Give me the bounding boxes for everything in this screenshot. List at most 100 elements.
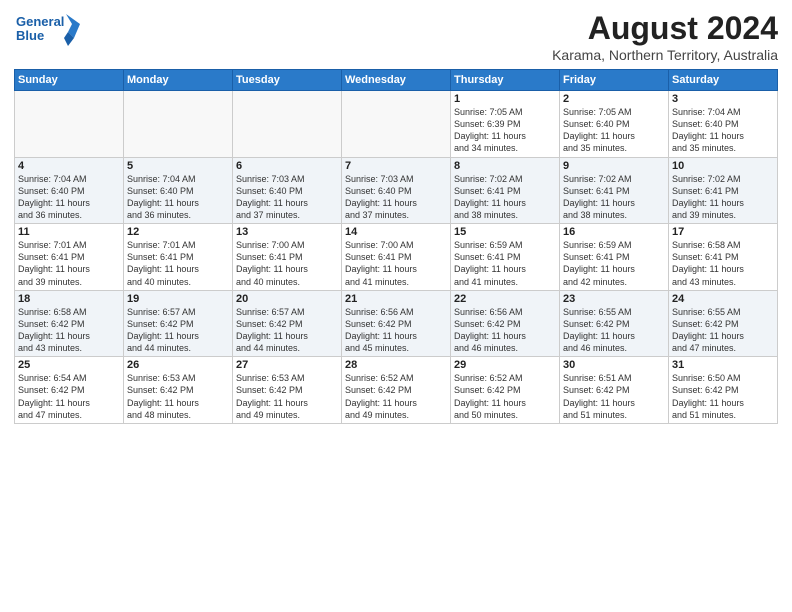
calendar-cell: 4Sunrise: 7:04 AM Sunset: 6:40 PM Daylig… xyxy=(15,157,124,224)
day-number: 17 xyxy=(672,226,774,238)
calendar-cell: 18Sunrise: 6:58 AM Sunset: 6:42 PM Dayli… xyxy=(15,290,124,357)
svg-text:Blue: Blue xyxy=(16,28,44,43)
calendar-cell: 13Sunrise: 7:00 AM Sunset: 6:41 PM Dayli… xyxy=(233,224,342,291)
day-info: Sunrise: 6:56 AM Sunset: 6:42 PM Dayligh… xyxy=(454,306,556,355)
day-number: 9 xyxy=(563,160,665,172)
day-info: Sunrise: 7:01 AM Sunset: 6:41 PM Dayligh… xyxy=(127,239,229,288)
day-info: Sunrise: 7:00 AM Sunset: 6:41 PM Dayligh… xyxy=(345,239,447,288)
day-number: 7 xyxy=(345,160,447,172)
calendar-cell: 29Sunrise: 6:52 AM Sunset: 6:42 PM Dayli… xyxy=(451,357,560,424)
day-number: 14 xyxy=(345,226,447,238)
day-info: Sunrise: 7:02 AM Sunset: 6:41 PM Dayligh… xyxy=(454,173,556,222)
title-block: August 2024 Karama, Northern Territory, … xyxy=(552,10,778,63)
calendar-cell: 15Sunrise: 6:59 AM Sunset: 6:41 PM Dayli… xyxy=(451,224,560,291)
day-number: 10 xyxy=(672,160,774,172)
svg-text:General: General xyxy=(16,14,64,29)
day-info: Sunrise: 6:50 AM Sunset: 6:42 PM Dayligh… xyxy=(672,372,774,421)
day-number: 22 xyxy=(454,293,556,305)
header-thursday: Thursday xyxy=(451,70,560,91)
day-number: 20 xyxy=(236,293,338,305)
day-number: 18 xyxy=(18,293,120,305)
day-info: Sunrise: 6:55 AM Sunset: 6:42 PM Dayligh… xyxy=(672,306,774,355)
calendar-cell: 9Sunrise: 7:02 AM Sunset: 6:41 PM Daylig… xyxy=(560,157,669,224)
calendar-cell: 14Sunrise: 7:00 AM Sunset: 6:41 PM Dayli… xyxy=(342,224,451,291)
day-info: Sunrise: 7:00 AM Sunset: 6:41 PM Dayligh… xyxy=(236,239,338,288)
calendar-cell: 20Sunrise: 6:57 AM Sunset: 6:42 PM Dayli… xyxy=(233,290,342,357)
header-monday: Monday xyxy=(124,70,233,91)
header-wednesday: Wednesday xyxy=(342,70,451,91)
day-number: 26 xyxy=(127,359,229,371)
day-number: 31 xyxy=(672,359,774,371)
day-number: 11 xyxy=(18,226,120,238)
day-info: Sunrise: 6:52 AM Sunset: 6:42 PM Dayligh… xyxy=(345,372,447,421)
day-info: Sunrise: 7:01 AM Sunset: 6:41 PM Dayligh… xyxy=(18,239,120,288)
calendar-cell xyxy=(15,91,124,158)
day-info: Sunrise: 6:57 AM Sunset: 6:42 PM Dayligh… xyxy=(127,306,229,355)
calendar-cell: 31Sunrise: 6:50 AM Sunset: 6:42 PM Dayli… xyxy=(669,357,778,424)
calendar-cell: 11Sunrise: 7:01 AM Sunset: 6:41 PM Dayli… xyxy=(15,224,124,291)
logo: General Blue xyxy=(14,10,84,54)
day-number: 25 xyxy=(18,359,120,371)
day-info: Sunrise: 6:55 AM Sunset: 6:42 PM Dayligh… xyxy=(563,306,665,355)
day-info: Sunrise: 6:59 AM Sunset: 6:41 PM Dayligh… xyxy=(563,239,665,288)
calendar-cell: 21Sunrise: 6:56 AM Sunset: 6:42 PM Dayli… xyxy=(342,290,451,357)
day-number: 23 xyxy=(563,293,665,305)
day-number: 13 xyxy=(236,226,338,238)
day-number: 30 xyxy=(563,359,665,371)
day-number: 15 xyxy=(454,226,556,238)
day-info: Sunrise: 7:05 AM Sunset: 6:39 PM Dayligh… xyxy=(454,106,556,155)
calendar-cell: 7Sunrise: 7:03 AM Sunset: 6:40 PM Daylig… xyxy=(342,157,451,224)
day-number: 4 xyxy=(18,160,120,172)
day-number: 2 xyxy=(563,93,665,105)
day-number: 3 xyxy=(672,93,774,105)
calendar-cell: 2Sunrise: 7:05 AM Sunset: 6:40 PM Daylig… xyxy=(560,91,669,158)
calendar-cell: 12Sunrise: 7:01 AM Sunset: 6:41 PM Dayli… xyxy=(124,224,233,291)
day-info: Sunrise: 7:02 AM Sunset: 6:41 PM Dayligh… xyxy=(563,173,665,222)
calendar-cell: 5Sunrise: 7:04 AM Sunset: 6:40 PM Daylig… xyxy=(124,157,233,224)
day-info: Sunrise: 6:57 AM Sunset: 6:42 PM Dayligh… xyxy=(236,306,338,355)
day-info: Sunrise: 7:04 AM Sunset: 6:40 PM Dayligh… xyxy=(672,106,774,155)
header-friday: Friday xyxy=(560,70,669,91)
day-number: 12 xyxy=(127,226,229,238)
calendar-cell: 25Sunrise: 6:54 AM Sunset: 6:42 PM Dayli… xyxy=(15,357,124,424)
calendar-cell xyxy=(233,91,342,158)
calendar-cell: 28Sunrise: 6:52 AM Sunset: 6:42 PM Dayli… xyxy=(342,357,451,424)
day-info: Sunrise: 6:56 AM Sunset: 6:42 PM Dayligh… xyxy=(345,306,447,355)
day-info: Sunrise: 6:51 AM Sunset: 6:42 PM Dayligh… xyxy=(563,372,665,421)
calendar-cell xyxy=(124,91,233,158)
header-tuesday: Tuesday xyxy=(233,70,342,91)
header-saturday: Saturday xyxy=(669,70,778,91)
day-info: Sunrise: 6:54 AM Sunset: 6:42 PM Dayligh… xyxy=(18,372,120,421)
day-info: Sunrise: 6:59 AM Sunset: 6:41 PM Dayligh… xyxy=(454,239,556,288)
location: Karama, Northern Territory, Australia xyxy=(552,47,778,63)
day-info: Sunrise: 6:53 AM Sunset: 6:42 PM Dayligh… xyxy=(127,372,229,421)
day-info: Sunrise: 6:58 AM Sunset: 6:42 PM Dayligh… xyxy=(18,306,120,355)
day-number: 19 xyxy=(127,293,229,305)
calendar-cell: 26Sunrise: 6:53 AM Sunset: 6:42 PM Dayli… xyxy=(124,357,233,424)
day-info: Sunrise: 7:02 AM Sunset: 6:41 PM Dayligh… xyxy=(672,173,774,222)
calendar: SundayMondayTuesdayWednesdayThursdayFrid… xyxy=(14,69,778,424)
day-info: Sunrise: 6:58 AM Sunset: 6:41 PM Dayligh… xyxy=(672,239,774,288)
calendar-cell: 16Sunrise: 6:59 AM Sunset: 6:41 PM Dayli… xyxy=(560,224,669,291)
day-info: Sunrise: 7:04 AM Sunset: 6:40 PM Dayligh… xyxy=(127,173,229,222)
day-number: 29 xyxy=(454,359,556,371)
calendar-cell: 10Sunrise: 7:02 AM Sunset: 6:41 PM Dayli… xyxy=(669,157,778,224)
day-info: Sunrise: 7:03 AM Sunset: 6:40 PM Dayligh… xyxy=(345,173,447,222)
day-number: 8 xyxy=(454,160,556,172)
calendar-cell: 23Sunrise: 6:55 AM Sunset: 6:42 PM Dayli… xyxy=(560,290,669,357)
calendar-cell: 3Sunrise: 7:04 AM Sunset: 6:40 PM Daylig… xyxy=(669,91,778,158)
calendar-cell: 19Sunrise: 6:57 AM Sunset: 6:42 PM Dayli… xyxy=(124,290,233,357)
day-number: 24 xyxy=(672,293,774,305)
day-info: Sunrise: 6:52 AM Sunset: 6:42 PM Dayligh… xyxy=(454,372,556,421)
calendar-cell: 22Sunrise: 6:56 AM Sunset: 6:42 PM Dayli… xyxy=(451,290,560,357)
day-info: Sunrise: 7:03 AM Sunset: 6:40 PM Dayligh… xyxy=(236,173,338,222)
month-year: August 2024 xyxy=(552,10,778,47)
day-number: 28 xyxy=(345,359,447,371)
day-info: Sunrise: 6:53 AM Sunset: 6:42 PM Dayligh… xyxy=(236,372,338,421)
calendar-cell: 6Sunrise: 7:03 AM Sunset: 6:40 PM Daylig… xyxy=(233,157,342,224)
day-number: 21 xyxy=(345,293,447,305)
day-number: 5 xyxy=(127,160,229,172)
day-number: 6 xyxy=(236,160,338,172)
day-number: 16 xyxy=(563,226,665,238)
calendar-cell: 8Sunrise: 7:02 AM Sunset: 6:41 PM Daylig… xyxy=(451,157,560,224)
